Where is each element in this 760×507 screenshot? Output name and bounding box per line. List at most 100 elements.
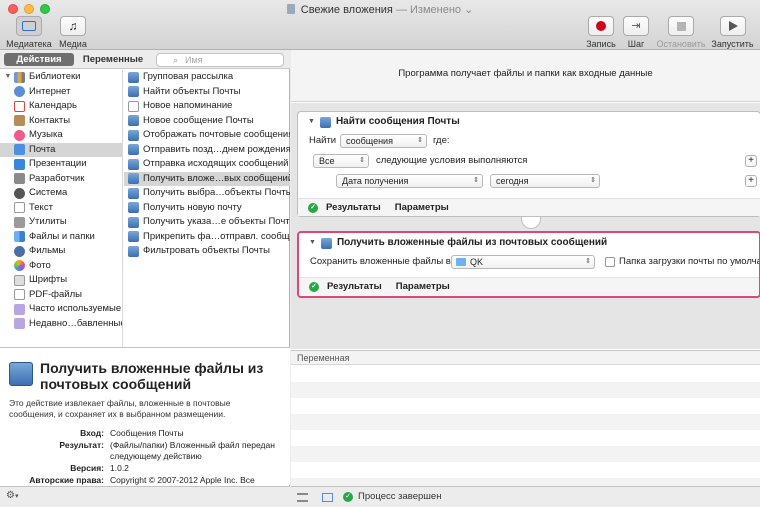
action-card-find-mail[interactable]: ▼ Найти сообщения Почты Найти сообщения ⇕… [297, 111, 760, 217]
library-item-label: Утилиты [29, 216, 67, 227]
window-toolbar: Свежие вложения — Изменено ⌄ Медиатека ♫… [0, 0, 760, 50]
action-item[interactable]: Групповая рассылка [124, 70, 290, 85]
options-button[interactable]: Параметры [396, 278, 450, 296]
action-card-get-attachments[interactable]: ▼ Получить вложенные файлы из почтовых с… [297, 231, 760, 298]
mail-action-icon [128, 144, 139, 156]
stop-button[interactable]: Остановить [652, 16, 710, 49]
library-smart-folder[interactable]: Часто используемые [0, 302, 122, 317]
description-field-key: Авторские права: [29, 475, 104, 485]
library-item[interactable]: Почта [0, 142, 122, 157]
action-item[interactable]: Получить вложе…вых сообщений [124, 171, 290, 186]
tab-variables[interactable]: Переменные [76, 53, 150, 66]
library-item[interactable]: Система [0, 186, 122, 201]
conditions-text: следующие условия выполняются [376, 155, 528, 166]
find-type-popup[interactable]: сообщения ⇕ [340, 134, 427, 148]
save-folder-popup[interactable]: QK ⇕ [451, 255, 595, 269]
action-item[interactable]: Получить указа…е объекты Почты [124, 215, 290, 230]
mail-icon [14, 144, 25, 156]
action-item[interactable]: Найти объекты Почты [124, 85, 290, 100]
record-icon [596, 21, 606, 31]
folder-icon [456, 258, 466, 266]
movie-icon [14, 245, 25, 257]
search-input[interactable]: ⌕ Имя [156, 53, 284, 67]
disclosure-triangle-icon[interactable]: ▼ [308, 112, 315, 132]
action-card-title: Найти сообщения Почты [335, 116, 460, 127]
action-item-label: Групповая рассылка [143, 71, 234, 82]
tab-actions[interactable]: Действия [4, 53, 74, 66]
gear-icon[interactable]: ⚙ [6, 490, 15, 501]
library-item[interactable]: Календарь [0, 99, 122, 114]
library-item[interactable]: Презентации [0, 157, 122, 172]
action-item[interactable]: Отправка исходящих сообщений [124, 157, 290, 172]
fonts-icon [14, 274, 25, 286]
action-item[interactable]: Отправить позд…днем рождения [124, 143, 290, 158]
action-item[interactable]: Отображать почтовые сообщения [124, 128, 290, 143]
run-button[interactable]: Запустить [705, 16, 760, 49]
chevron-updown-icon: ⇕ [473, 177, 479, 184]
library-item[interactable]: Разработчик [0, 172, 122, 187]
action-item-label: Получить выбра…объекты Почты [143, 187, 290, 198]
description-field-value: (Файлы/папки) Вложенный файл передан сле… [110, 440, 275, 461]
library-item-label: Фото [29, 259, 51, 271]
description-field-key: Результат: [59, 440, 104, 450]
action-item-label: Получить новую почту [143, 201, 242, 213]
chevron-down-icon[interactable]: ⌄ [464, 4, 473, 16]
library-item[interactable]: Интернет [0, 85, 122, 100]
find-type-value: сообщения [346, 136, 393, 146]
mail-action-icon [128, 115, 139, 127]
variables-list [291, 366, 760, 486]
smart-folder-icon [14, 303, 25, 315]
criterion-value-popup[interactable]: сегодня ⇕ [490, 174, 600, 188]
variables-column-header[interactable]: Переменная [291, 350, 760, 365]
results-button[interactable]: Результаты [327, 278, 382, 296]
library-item[interactable]: Файлы и папки [0, 230, 122, 245]
action-item[interactable]: Фильтровать объекты Почты [124, 244, 290, 259]
workflow-area: ▼ Найти сообщения Почты Найти сообщения ⇕… [291, 103, 760, 349]
add-condition-button[interactable]: + [745, 155, 757, 167]
library-item[interactable]: Шрифты [0, 273, 122, 288]
mail-action-icon [128, 216, 139, 228]
library-item-label: Музыка [29, 129, 63, 140]
options-button[interactable]: Параметры [395, 199, 449, 217]
library-item[interactable]: Фото [0, 259, 122, 274]
mail-action-icon [128, 158, 139, 170]
description-field-key: Версия: [70, 463, 104, 473]
action-item[interactable]: Получить выбра…объекты Почты [124, 186, 290, 201]
action-item[interactable]: Получить новую почту [124, 201, 290, 216]
hammer-icon [14, 173, 25, 185]
save-location-row: Сохранить вложенные файлы в: QK ⇕ Папка з… [299, 253, 759, 273]
log-icon[interactable] [322, 492, 333, 502]
disclosure-triangle-icon[interactable]: ▼ [2, 70, 14, 85]
action-item[interactable]: Прикрепить фа…отправл. сообщ. [124, 230, 290, 245]
results-button[interactable]: Результаты [326, 199, 381, 217]
library-item[interactable]: Утилиты [0, 215, 122, 230]
action-item[interactable]: Новое сообщение Почты [124, 114, 290, 129]
chevron-down-icon[interactable]: ▾ [15, 493, 19, 500]
list-view-icon[interactable] [297, 492, 308, 502]
mail-action-icon [128, 231, 139, 243]
library-item[interactable]: Контакты [0, 114, 122, 129]
default-mail-folder-checkbox[interactable] [605, 257, 615, 267]
libraries-icon [14, 71, 25, 83]
add-criterion-button[interactable]: + [745, 175, 757, 187]
reminder-icon [128, 100, 139, 112]
media-button-label: Медиа [59, 39, 87, 49]
library-item[interactable]: PDF-файлы [0, 288, 122, 303]
all-any-popup[interactable]: Все ⇕ [313, 154, 369, 168]
library-smart-folder-label: Недавно…бавленные [29, 317, 122, 329]
library-pane: Действия Переменные ⌕ Имя ▼ Библиотеки И… [0, 50, 290, 507]
mail-action-icon [128, 71, 139, 83]
library-item[interactable]: Текст [0, 201, 122, 216]
media-button[interactable]: ♫ Медиа [44, 16, 102, 49]
library-root[interactable]: ▼ Библиотеки [0, 70, 122, 85]
action-item[interactable]: Новое напоминание [124, 99, 290, 114]
window-title: Свежие вложения [300, 4, 393, 16]
library-item-label: Контакты [29, 114, 71, 126]
library-smart-folder[interactable]: Недавно…бавленные [0, 317, 122, 332]
criterion-popup[interactable]: Дата получения ⇕ [336, 174, 483, 188]
action-item-label: Получить вложе…вых сообщений [143, 172, 290, 184]
library-item-label: Почта [29, 143, 56, 155]
library-item[interactable]: Музыка [0, 128, 122, 143]
disclosure-triangle-icon[interactable]: ▼ [309, 233, 316, 253]
library-item[interactable]: Фильмы [0, 244, 122, 259]
